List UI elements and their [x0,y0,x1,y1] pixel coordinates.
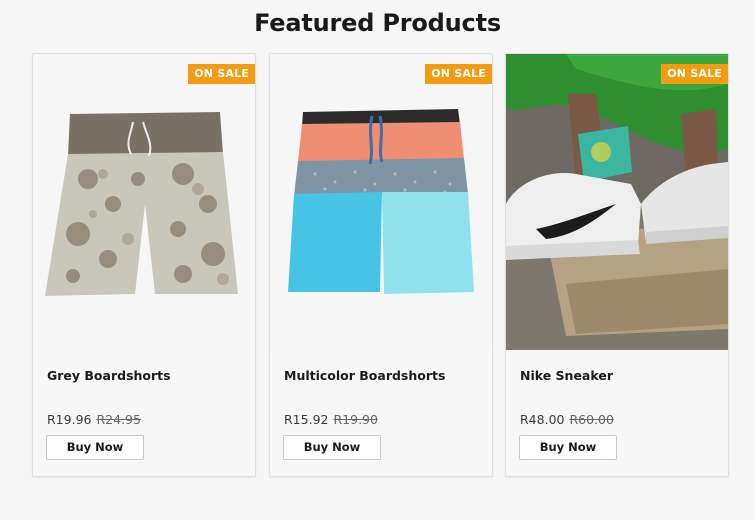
on-sale-badge: ON SALE [661,64,728,84]
on-sale-badge: ON SALE [188,64,255,84]
product-name[interactable]: Grey Boardshorts [47,368,171,383]
product-card[interactable]: ON SALE Grey Boardshorts R19.96 R24.95 Bu… [32,53,256,477]
page-title: Featured Products [254,9,501,37]
nike-sneaker-photo-image [506,54,728,350]
buy-now-button[interactable]: Buy Now [46,435,144,460]
original-price: R60.00 [569,412,614,427]
product-name[interactable]: Nike Sneaker [520,368,613,383]
product-price: R19.96 R24.95 [47,412,141,427]
product-card[interactable]: ON SALE Nike Sneaker R48.00 R60.00 Buy No… [505,53,729,477]
buy-now-button[interactable]: Buy Now [519,435,617,460]
product-card[interactable]: ON SALE Multicolor Boardshorts R15.92 R19… [269,53,493,477]
sale-price: R19.96 [47,412,92,427]
product-image-nike-sneaker[interactable] [506,54,728,350]
sale-price: R48.00 [520,412,565,427]
product-price: R15.92 R19.90 [284,412,378,427]
product-image-grey-boardshorts[interactable] [33,54,255,350]
on-sale-badge: ON SALE [425,64,492,84]
grey-floral-boardshorts-image [33,54,255,350]
buy-now-button[interactable]: Buy Now [283,435,381,460]
multicolor-boardshorts-image [270,54,492,350]
product-image-multicolor-boardshorts[interactable] [270,54,492,350]
product-name[interactable]: Multicolor Boardshorts [284,368,445,383]
original-price: R24.95 [96,412,141,427]
sale-price: R15.92 [284,412,329,427]
product-grid: ON SALE Grey Boardshorts R19.96 R24.95 Bu… [32,53,729,478]
product-price: R48.00 R60.00 [520,412,614,427]
original-price: R19.90 [333,412,378,427]
